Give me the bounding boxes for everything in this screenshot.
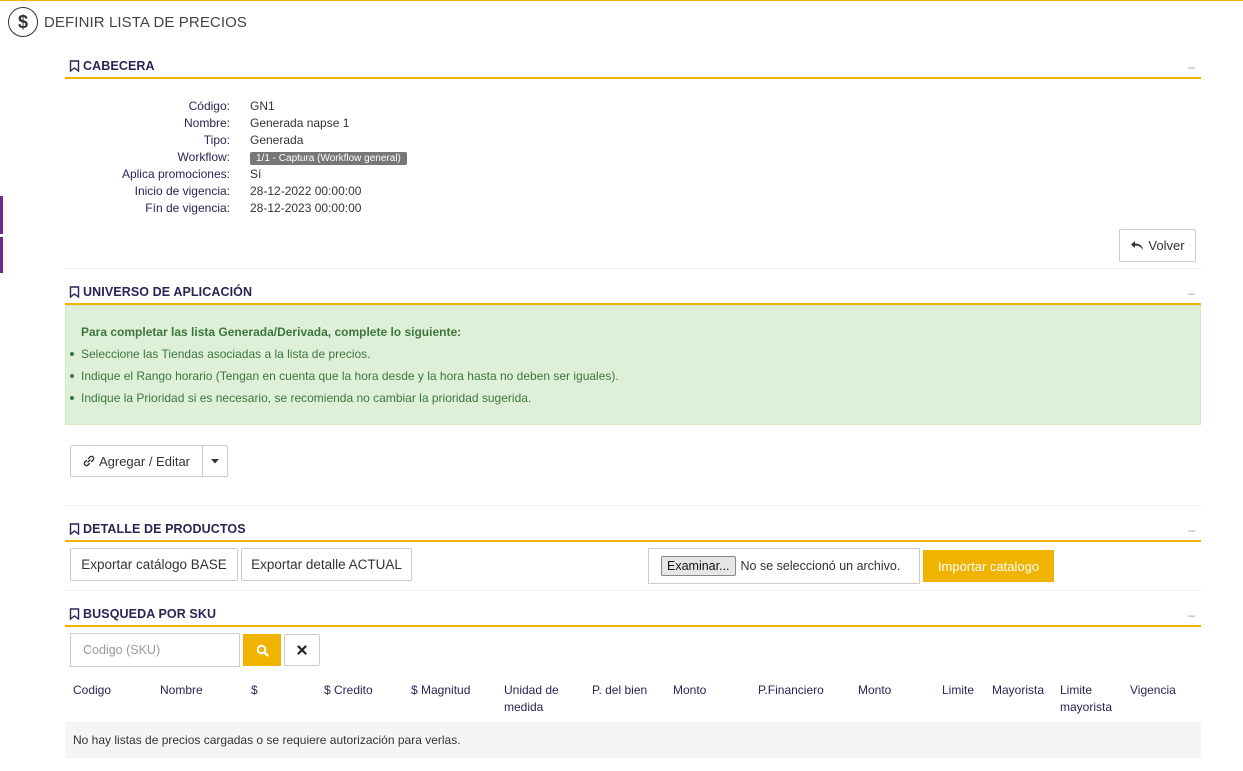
col-header[interactable]: Monto — [858, 682, 891, 699]
field-value: 28-12-2022 00:00:00 — [250, 183, 362, 198]
section-divider — [65, 590, 1201, 591]
col-header[interactable]: Unidad de medida — [504, 682, 559, 716]
field-label: Fín de vigencia: — [145, 200, 230, 215]
field-row: Aplica promociones: Sí — [65, 165, 565, 182]
field-row: Nombre: Generada napse 1 — [65, 114, 565, 131]
add-edit-button[interactable]: Agregar / Editar — [70, 445, 203, 477]
section-divider — [65, 505, 1201, 506]
field-row: Workflow: 1/1 - Captura (Workflow genera… — [65, 148, 565, 165]
field-value: 28-12-2023 00:00:00 — [250, 200, 362, 215]
section-title: BUSQUEDA POR SKU — [83, 606, 217, 621]
col-header[interactable]: Mayorista — [992, 682, 1044, 699]
workflow-badge: 1/1 - Captura (Workflow general) — [250, 151, 407, 165]
col-header[interactable]: $ Magnitud — [411, 682, 470, 699]
sidebar-marker — [0, 196, 3, 234]
search-button[interactable] — [243, 634, 281, 666]
search-icon — [256, 644, 269, 657]
col-header[interactable]: Limite mayorista — [1060, 682, 1112, 716]
clear-button[interactable] — [284, 634, 320, 666]
col-header[interactable]: Limite — [942, 682, 974, 699]
add-edit-dropdown-toggle[interactable] — [202, 445, 228, 477]
field-label: Workflow: — [177, 149, 230, 164]
section-title: UNIVERSO DE APLICACIÓN — [83, 284, 253, 299]
export-base-button[interactable]: Exportar catálogo BASE — [70, 548, 238, 581]
bookmark-icon — [69, 59, 80, 72]
link-icon — [83, 455, 95, 467]
back-button[interactable]: Volver — [1119, 229, 1196, 262]
collapse-icon[interactable]: – — [1188, 286, 1195, 300]
field-row: Código: GN1 — [65, 97, 565, 114]
table-empty-row: No hay listas de precios cargadas o se r… — [65, 722, 1201, 758]
no-file-text: No se seleccionó un archivo. — [740, 559, 901, 573]
collapse-icon[interactable]: – — [1188, 608, 1195, 622]
field-value: Sí — [250, 166, 262, 181]
section-detalle-header[interactable]: DETALLE DE PRODUCTOS – — [65, 517, 1201, 542]
collapse-icon[interactable]: – — [1188, 60, 1195, 74]
add-edit-label: Agregar / Editar — [98, 453, 191, 469]
section-cabecera-header[interactable]: CABECERA – — [65, 54, 1201, 79]
field-value: GN1 — [250, 98, 275, 113]
section-busqueda-header[interactable]: BUSQUEDA POR SKU – — [65, 602, 1201, 627]
field-value: Generada — [250, 132, 304, 147]
import-catalog-button[interactable]: Importar catalogo — [923, 550, 1054, 582]
back-button-label: Volver — [1148, 238, 1185, 253]
field-row: Tipo: Generada — [65, 131, 565, 148]
field-label: Inicio de vigencia: — [134, 183, 230, 198]
section-divider — [65, 268, 1201, 269]
field-label: Aplica promociones: — [121, 166, 230, 181]
close-icon — [297, 645, 307, 655]
cabecera-fields: Código: GN1 Nombre: Generada napse 1 Tip… — [65, 97, 565, 216]
info-alert: Para completar las lista Generada/Deriva… — [65, 305, 1201, 425]
field-value: Generada napse 1 — [250, 115, 350, 130]
col-header[interactable]: Vigencia — [1130, 682, 1176, 699]
col-header[interactable]: P. del bien — [592, 682, 647, 699]
col-header[interactable]: Nombre — [160, 682, 203, 699]
bookmark-icon — [69, 607, 80, 620]
bookmark-icon — [69, 285, 80, 298]
browse-button[interactable]: Examinar... — [661, 556, 736, 576]
collapse-icon[interactable]: – — [1188, 523, 1195, 537]
col-header[interactable]: Monto — [673, 682, 706, 699]
export-actual-button[interactable]: Exportar detalle ACTUAL — [241, 548, 412, 581]
field-label: Código: — [188, 98, 230, 113]
section-title: CABECERA — [83, 58, 155, 73]
field-row: Inicio de vigencia: 28-12-2022 00:00:00 — [65, 182, 565, 199]
dollar-circle-icon: $ — [8, 7, 38, 37]
alert-item: Indique la Prioridad si es necesario, se… — [70, 391, 531, 405]
alert-title: Para completar las lista Generada/Deriva… — [81, 325, 462, 339]
alert-item: Indique el Rango horario (Tengan en cuen… — [70, 369, 619, 383]
field-label: Tipo: — [203, 132, 230, 147]
caret-down-icon — [211, 458, 219, 463]
sidebar-marker — [0, 237, 3, 273]
empty-message: No hay listas de precios cargadas o se r… — [73, 733, 461, 747]
page-header: $ DEFINIR LISTA DE PRECIOS — [8, 7, 247, 37]
sku-search-input[interactable] — [70, 633, 240, 667]
col-header[interactable]: P.Financiero — [758, 682, 824, 699]
bookmark-icon — [69, 522, 80, 535]
alert-item: Seleccione las Tiendas asociadas a la li… — [70, 347, 371, 361]
field-label: Nombre: — [183, 115, 230, 130]
file-input[interactable]: Examinar... No se seleccionó un archivo. — [648, 548, 920, 584]
section-title: DETALLE DE PRODUCTOS — [83, 521, 246, 536]
page-title: DEFINIR LISTA DE PRECIOS — [44, 13, 247, 31]
reply-icon — [1131, 241, 1144, 250]
section-universo-header[interactable]: UNIVERSO DE APLICACIÓN – — [65, 280, 1201, 305]
top-accent-line — [0, 0, 1243, 1]
col-header[interactable]: $ — [251, 682, 258, 699]
col-header[interactable]: Codigo — [73, 682, 111, 699]
col-header[interactable]: $ Credito — [324, 682, 373, 699]
field-row: Fín de vigencia: 28-12-2023 00:00:00 — [65, 199, 565, 216]
